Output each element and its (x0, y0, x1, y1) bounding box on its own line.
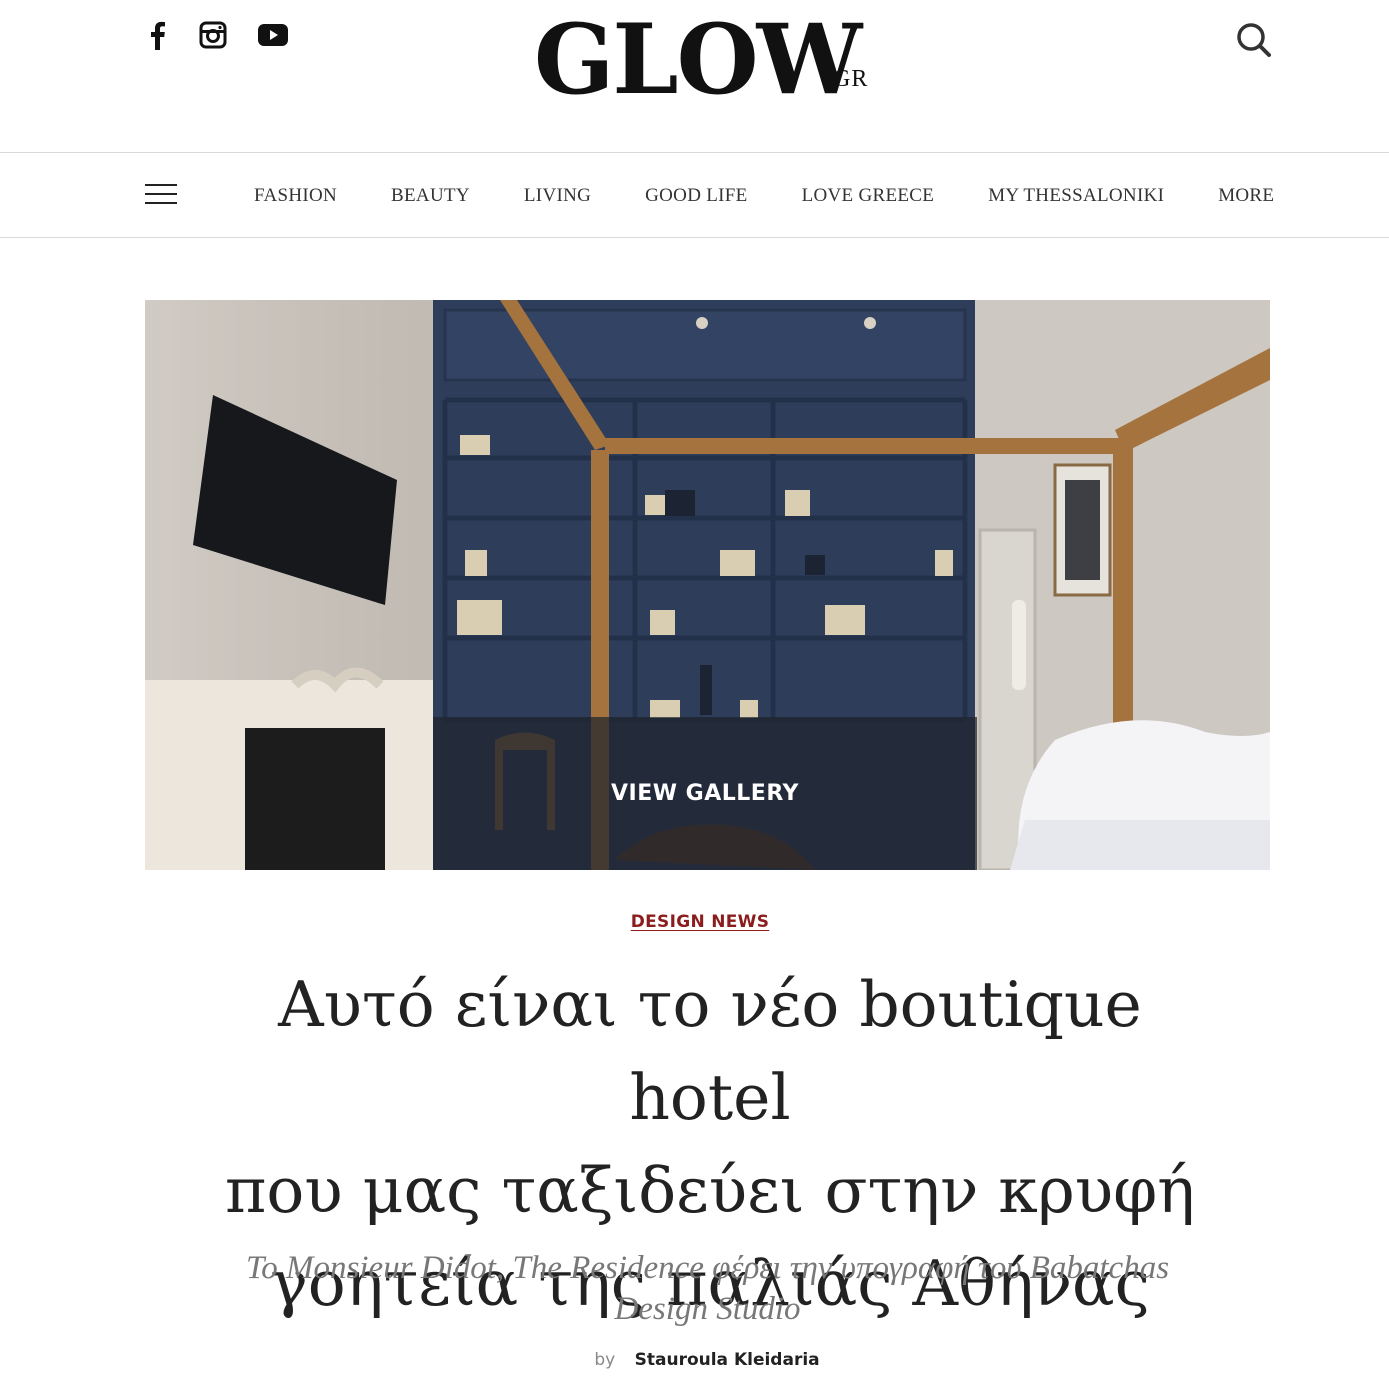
site-header: GLOW .GR (0, 0, 1389, 153)
title-line: Αυτό είναι το νέο boutique hotel (278, 968, 1142, 1134)
subtitle-line: Το Monsieur Didot, The Residence φέρει τ… (245, 1250, 1170, 1286)
byline-prefix: by (594, 1350, 616, 1370)
view-gallery-label: VIEW GALLERY (611, 781, 799, 806)
nav-item-my-thessaloniki[interactable]: MY THESSALONIKI (988, 185, 1164, 207)
article-byline: by Stauroula Kleidaria (0, 1350, 1389, 1370)
article-subtitle: Το Monsieur Didot, The Residence φέρει τ… (170, 1248, 1245, 1330)
article-category: DESIGN NEWS (0, 912, 1389, 932)
youtube-icon[interactable] (256, 18, 290, 52)
search-icon[interactable] (1234, 20, 1274, 60)
logo-wordmark: GLOW (534, 3, 862, 116)
author-link[interactable]: Stauroula Kleidaria (635, 1350, 820, 1370)
instagram-icon[interactable] (196, 18, 230, 52)
subtitle-line: Design Studio (614, 1291, 801, 1327)
social-links (140, 18, 290, 52)
nav-item-love-greece[interactable]: LOVE GREECE (802, 185, 935, 207)
nav-item-good-life[interactable]: GOOD LIFE (645, 185, 747, 207)
nav-item-beauty[interactable]: BEAUTY (391, 185, 470, 207)
logo-suffix: .GR (826, 66, 869, 92)
nav-item-living[interactable]: LIVING (524, 185, 591, 207)
hero-image[interactable]: VIEW GALLERY (145, 300, 1270, 870)
hamburger-icon[interactable] (145, 184, 177, 206)
facebook-icon[interactable] (140, 18, 174, 52)
main-nav: FASHION BEAUTY LIVING GOOD LIFE LOVE GRE… (0, 153, 1389, 238)
nav-items: FASHION BEAUTY LIVING GOOD LIFE LOVE GRE… (254, 153, 1274, 238)
category-link[interactable]: DESIGN NEWS (631, 912, 770, 932)
site-logo[interactable]: GLOW .GR (530, 12, 890, 118)
view-gallery-button[interactable]: VIEW GALLERY (433, 717, 977, 870)
nav-item-more[interactable]: MORE (1218, 185, 1274, 207)
nav-item-fashion[interactable]: FASHION (254, 185, 337, 207)
title-line: που μας ταξιδεύει στην κρυφή (225, 1154, 1195, 1227)
